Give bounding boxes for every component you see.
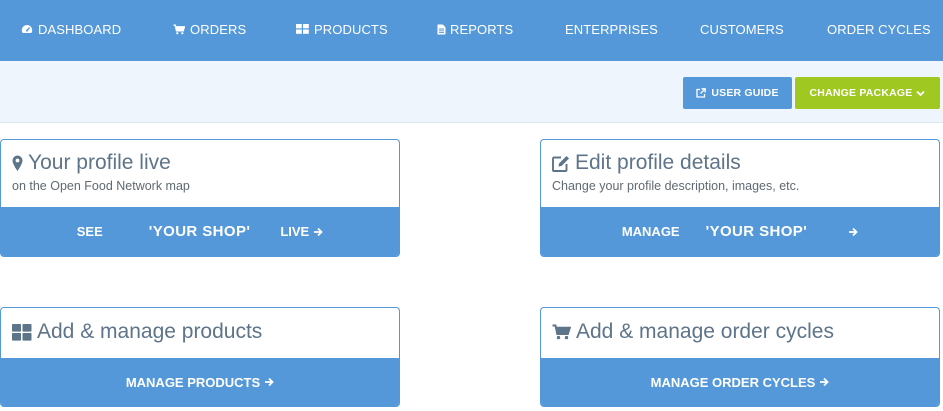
action-prefix: SEE — [76, 224, 103, 239]
manage-order-cycles-link[interactable]: MANAGE ORDER CYCLES — [541, 358, 939, 406]
nav-label: ORDERS — [190, 21, 247, 37]
panel-title: Edit profile details — [552, 150, 929, 176]
dashboard-icon — [21, 24, 33, 35]
nav-item-orders[interactable]: ORDERS — [173, 0, 246, 58]
nav-item-enterprises[interactable]: ENTERPRISES — [565, 0, 658, 58]
manage-products-link[interactable]: MANAGE PRODUCTS — [1, 358, 399, 406]
cart-icon — [173, 24, 185, 35]
edit-icon — [552, 155, 570, 172]
nav-label: DASHBOARD — [38, 21, 122, 37]
panel-header: Add & manage order cycles — [541, 308, 939, 358]
chevron-down-icon — [916, 90, 926, 97]
manage-shop-link[interactable]: MANAGE 'YOUR SHOP' — [541, 207, 939, 256]
edit-profile-panel: Edit profile details Change your profile… — [540, 139, 940, 257]
panel-title-text: Your profile live — [28, 151, 171, 174]
change-package-label: CHANGE PACKAGE — [809, 87, 913, 99]
action-label: MANAGE PRODUCTS — [125, 374, 261, 390]
profile-live-panel: Your profile live on the Open Food Netwo… — [0, 139, 400, 257]
see-shop-live-link[interactable]: SEE 'YOUR SHOP' LIVE — [1, 207, 399, 256]
grid-icon — [12, 323, 32, 341]
nav-label: PRODUCTS — [314, 21, 388, 37]
change-package-button[interactable]: CHANGE PACKAGE — [795, 77, 940, 109]
external-link-icon — [696, 88, 707, 98]
shop-name: 'YOUR SHOP' — [148, 223, 251, 240]
nav-label: REPORTS — [450, 21, 514, 37]
nav-item-reports[interactable]: REPORTS — [437, 0, 513, 58]
arrow-right-icon — [264, 377, 274, 387]
panel-title: Your profile live — [12, 150, 389, 176]
map-marker-icon — [12, 155, 23, 172]
cart-icon — [552, 324, 571, 340]
panel-subtitle: Change your profile description, images,… — [552, 179, 800, 193]
nav-item-order-cycles[interactable]: ORDER CYCLES — [827, 0, 931, 58]
nav-item-products[interactable]: PRODUCTS — [296, 0, 388, 58]
shop-name: 'YOUR SHOP' — [705, 223, 808, 240]
action-suffix: LIVE — [280, 224, 310, 239]
panel-title: Add & manage order cycles — [552, 319, 929, 345]
order-cycles-panel: Add & manage order cycles MANAGE ORDER C… — [540, 307, 940, 407]
panel-subtitle: on the Open Food Network map — [12, 179, 190, 193]
panel-header: Edit profile details Change your profile… — [541, 140, 939, 207]
panel-title: Add & manage products — [12, 319, 389, 345]
nav-item-dashboard[interactable]: DASHBOARD — [21, 0, 121, 58]
panel-title-text: Edit profile details — [575, 151, 741, 174]
nav-label: CUSTOMERS — [700, 21, 784, 37]
arrow-right-icon — [848, 227, 858, 237]
user-guide-label: USER GUIDE — [711, 87, 779, 99]
action-label: MANAGE ORDER CYCLES — [650, 374, 816, 390]
panel-header: Add & manage products — [1, 308, 399, 358]
nav-label: ENTERPRISES — [565, 21, 658, 37]
grid-icon — [296, 24, 309, 34]
nav-label: ORDER CYCLES — [827, 21, 931, 37]
action-prefix: MANAGE — [621, 224, 680, 239]
panel-title-text: Add & manage order cycles — [576, 320, 834, 343]
action-bar: USER GUIDE CHANGE PACKAGE — [0, 61, 943, 123]
nav-item-customers[interactable]: CUSTOMERS — [700, 0, 784, 58]
panel-title-text: Add & manage products — [37, 320, 263, 343]
user-guide-button[interactable]: USER GUIDE — [683, 77, 792, 109]
file-icon — [437, 24, 446, 35]
panel-header: Your profile live on the Open Food Netwo… — [1, 140, 399, 207]
products-panel: Add & manage products MANAGE PRODUCTS — [0, 307, 400, 407]
arrow-right-icon — [819, 377, 830, 387]
arrow-right-icon — [313, 227, 324, 237]
top-navigation: DASHBOARD ORDERS PRODUCTS REPORTS ENTERP… — [0, 0, 943, 61]
